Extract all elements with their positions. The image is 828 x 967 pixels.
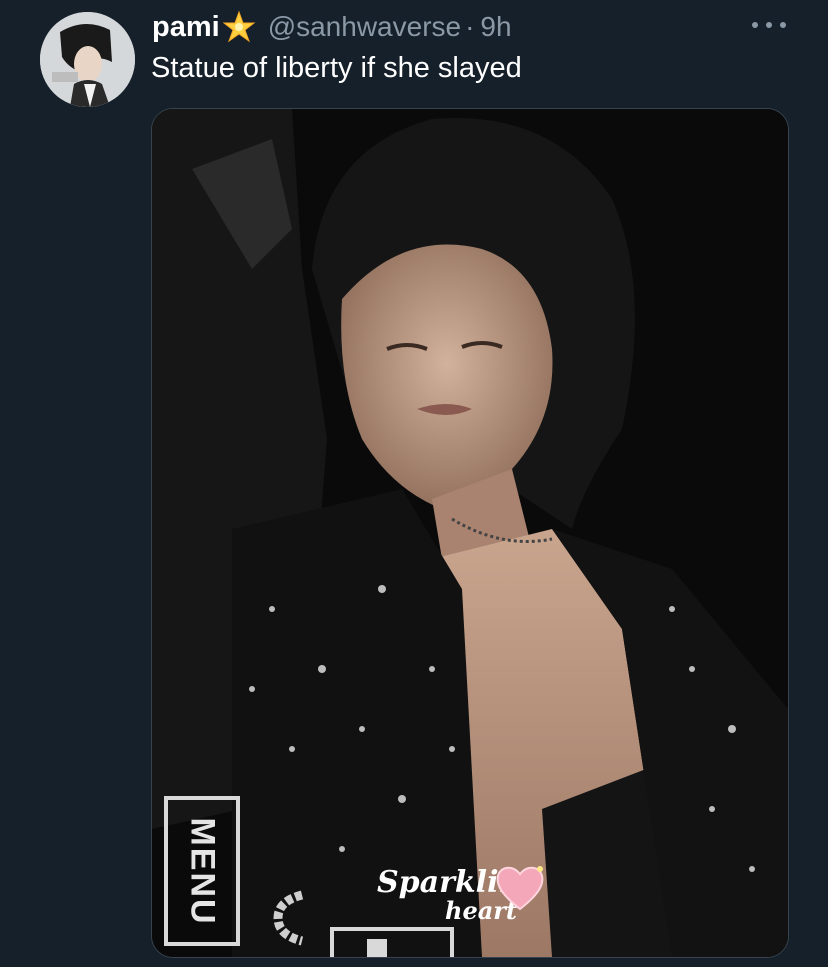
tweet-header: pami @sanhwaverse · 9h [152,9,512,45]
avatar[interactable] [40,12,135,107]
more-options-icon[interactable] [752,14,786,36]
heart-icon [492,861,548,913]
display-name[interactable]: pami [152,11,220,44]
user-handle[interactable]: @sanhwaverse [268,11,461,43]
menu-label: MENU [164,796,240,946]
tweet-image[interactable]: MENU Sparkling heart [151,108,789,958]
star-icon [222,10,256,44]
timestamp[interactable]: 9h [480,11,511,43]
gear-icon [270,887,310,949]
separator: · [465,11,475,42]
tweet-text: Statue of liberty if she slayed [151,52,522,84]
